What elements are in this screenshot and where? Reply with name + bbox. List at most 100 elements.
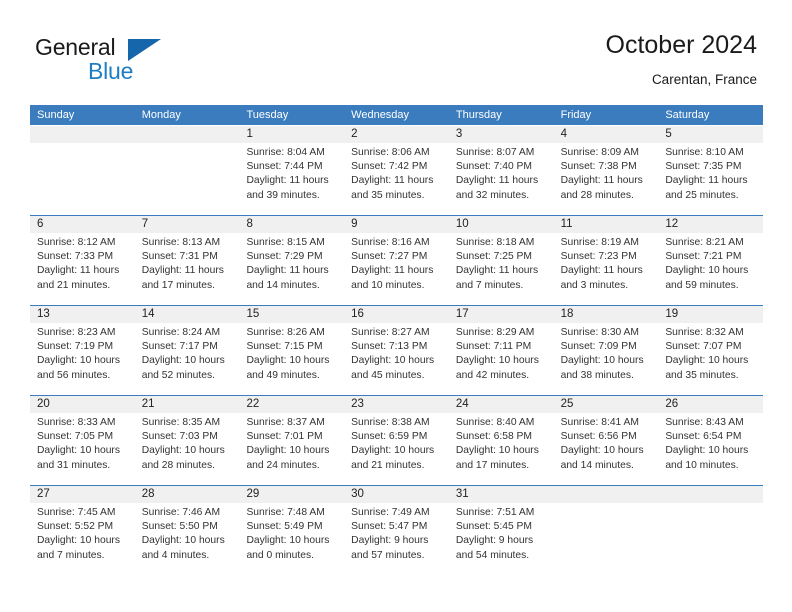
daylight-text-line1: Daylight: 11 hours xyxy=(351,265,434,277)
day-info: Sunrise: 7:48 AM Sunset: 5:49 PM Dayligh… xyxy=(239,503,344,563)
day-number: 2 xyxy=(344,126,449,143)
day-cell[interactable]: 29 Sunrise: 7:48 AM Sunset: 5:49 PM Dayl… xyxy=(239,486,345,575)
day-cell[interactable]: 20 Sunrise: 8:33 AM Sunset: 7:05 PM Dayl… xyxy=(30,396,135,485)
daylight-text-line1: Daylight: 10 hours xyxy=(37,355,120,367)
sunset-text: Sunset: 7:25 PM xyxy=(455,251,533,263)
day-cell[interactable]: 25 Sunrise: 8:41 AM Sunset: 6:56 PM Dayl… xyxy=(553,396,659,485)
sunset-text: Sunset: 6:58 PM xyxy=(455,431,533,443)
daylight-text-line2: and 42 minutes. xyxy=(455,369,530,381)
sunrise-text: Sunrise: 8:35 AM xyxy=(141,417,221,428)
day-info: Sunrise: 8:07 AM Sunset: 7:40 PM Dayligh… xyxy=(449,143,554,203)
day-info: Sunrise: 8:41 AM Sunset: 6:56 PM Dayligh… xyxy=(554,413,659,473)
week-row: 20 Sunrise: 8:33 AM Sunset: 7:05 PM Dayl… xyxy=(30,395,764,485)
week-row: 1 Sunrise: 8:04 AM Sunset: 7:44 PM Dayli… xyxy=(30,125,764,215)
sunrise-text: Sunrise: 8:19 AM xyxy=(560,237,640,248)
day-info: Sunrise: 8:24 AM Sunset: 7:17 PM Dayligh… xyxy=(135,323,240,383)
sunrise-text: Sunrise: 8:23 AM xyxy=(37,327,116,338)
sunset-text: Sunset: 6:56 PM xyxy=(560,431,637,443)
day-info xyxy=(135,143,240,146)
day-cell[interactable]: 27 Sunrise: 7:45 AM Sunset: 5:52 PM Dayl… xyxy=(30,486,135,575)
day-number xyxy=(553,486,659,503)
day-cell[interactable]: 6 Sunrise: 8:12 AM Sunset: 7:33 PM Dayli… xyxy=(30,216,135,305)
day-cell[interactable]: 26 Sunrise: 8:43 AM Sunset: 6:54 PM Dayl… xyxy=(658,396,764,485)
logo-text-blue: Blue xyxy=(88,58,134,84)
day-cell[interactable]: 8 Sunrise: 8:15 AM Sunset: 7:29 PM Dayli… xyxy=(239,216,345,305)
day-number: 10 xyxy=(448,216,554,233)
daylight-text-line1: Daylight: 10 hours xyxy=(665,445,749,457)
day-cell[interactable]: 31 Sunrise: 7:51 AM Sunset: 5:45 PM Dayl… xyxy=(448,486,554,575)
calendar-page: General Blue October 2024 Carentan, Fran… xyxy=(0,0,792,612)
logo-text-general: General xyxy=(35,34,116,60)
day-cell[interactable]: 22 Sunrise: 8:37 AM Sunset: 7:01 PM Dayl… xyxy=(239,396,345,485)
day-info xyxy=(30,143,135,146)
day-cell[interactable]: 1 Sunrise: 8:04 AM Sunset: 7:44 PM Dayli… xyxy=(239,126,345,215)
day-number: 13 xyxy=(30,306,135,323)
day-cell[interactable]: 23 Sunrise: 8:38 AM Sunset: 6:59 PM Dayl… xyxy=(344,396,449,485)
day-number: 12 xyxy=(658,216,764,233)
day-cell[interactable]: 19 Sunrise: 8:32 AM Sunset: 7:07 PM Dayl… xyxy=(658,306,764,395)
day-info: Sunrise: 7:46 AM Sunset: 5:50 PM Dayligh… xyxy=(135,503,240,563)
day-number: 3 xyxy=(448,126,554,143)
sunrise-text: Sunrise: 7:45 AM xyxy=(37,507,116,518)
sunrise-text: Sunrise: 8:16 AM xyxy=(351,237,430,248)
day-number: 9 xyxy=(344,216,449,233)
daylight-text-line1: Daylight: 10 hours xyxy=(351,355,435,367)
day-number: 1 xyxy=(239,126,345,143)
day-cell[interactable] xyxy=(134,126,240,215)
general-blue-logo[interactable]: General Blue xyxy=(35,34,275,90)
day-info: Sunrise: 8:06 AM Sunset: 7:42 PM Dayligh… xyxy=(344,143,449,203)
day-cell[interactable] xyxy=(658,486,764,575)
day-info: Sunrise: 8:33 AM Sunset: 7:05 PM Dayligh… xyxy=(30,413,135,473)
day-cell[interactable]: 12 Sunrise: 8:21 AM Sunset: 7:21 PM Dayl… xyxy=(658,216,764,305)
day-cell[interactable]: 3 Sunrise: 8:07 AM Sunset: 7:40 PM Dayli… xyxy=(448,126,554,215)
day-cell[interactable]: 17 Sunrise: 8:29 AM Sunset: 7:11 PM Dayl… xyxy=(448,306,554,395)
day-cell[interactable]: 4 Sunrise: 8:09 AM Sunset: 7:38 PM Dayli… xyxy=(553,126,659,215)
day-cell[interactable]: 9 Sunrise: 8:16 AM Sunset: 7:27 PM Dayli… xyxy=(344,216,449,305)
daylight-text-line1: Daylight: 10 hours xyxy=(37,445,120,457)
sunrise-text: Sunrise: 8:09 AM xyxy=(560,147,640,158)
day-cell[interactable]: 30 Sunrise: 7:49 AM Sunset: 5:47 PM Dayl… xyxy=(344,486,449,575)
sunrise-text: Sunrise: 8:27 AM xyxy=(351,327,430,338)
daylight-text-line2: and 57 minutes. xyxy=(351,549,425,561)
day-cell[interactable]: 14 Sunrise: 8:24 AM Sunset: 7:17 PM Dayl… xyxy=(134,306,240,395)
sunrise-text: Sunrise: 7:46 AM xyxy=(141,507,221,518)
day-cell[interactable]: 16 Sunrise: 8:27 AM Sunset: 7:13 PM Dayl… xyxy=(344,306,449,395)
day-cell[interactable]: 11 Sunrise: 8:19 AM Sunset: 7:23 PM Dayl… xyxy=(553,216,659,305)
day-info: Sunrise: 8:21 AM Sunset: 7:21 PM Dayligh… xyxy=(658,233,763,293)
day-info: Sunrise: 8:15 AM Sunset: 7:29 PM Dayligh… xyxy=(239,233,344,293)
sunrise-text: Sunrise: 8:37 AM xyxy=(246,417,325,428)
daylight-text-line1: Daylight: 10 hours xyxy=(141,445,225,457)
sunrise-text: Sunrise: 8:10 AM xyxy=(665,147,744,158)
daylight-text-line1: Daylight: 11 hours xyxy=(455,175,539,187)
weekday-sunday: Sunday xyxy=(37,109,75,121)
day-number: 5 xyxy=(658,126,764,143)
day-cell[interactable]: 21 Sunrise: 8:35 AM Sunset: 7:03 PM Dayl… xyxy=(134,396,240,485)
day-cell[interactable]: 24 Sunrise: 8:40 AM Sunset: 6:58 PM Dayl… xyxy=(448,396,554,485)
sunset-text: Sunset: 7:15 PM xyxy=(246,341,323,353)
page-title: October 2024 xyxy=(605,31,758,59)
day-cell[interactable]: 10 Sunrise: 8:18 AM Sunset: 7:25 PM Dayl… xyxy=(448,216,554,305)
day-cell[interactable]: 15 Sunrise: 8:26 AM Sunset: 7:15 PM Dayl… xyxy=(239,306,345,395)
daylight-text-line1: Daylight: 10 hours xyxy=(141,355,225,367)
day-cell[interactable]: 7 Sunrise: 8:13 AM Sunset: 7:31 PM Dayli… xyxy=(134,216,240,305)
day-cell[interactable]: 2 Sunrise: 8:06 AM Sunset: 7:42 PM Dayli… xyxy=(344,126,449,215)
day-cell[interactable]: 13 Sunrise: 8:23 AM Sunset: 7:19 PM Dayl… xyxy=(30,306,135,395)
day-number: 4 xyxy=(553,126,659,143)
sunset-text: Sunset: 6:54 PM xyxy=(665,431,742,443)
day-info: Sunrise: 8:27 AM Sunset: 7:13 PM Dayligh… xyxy=(344,323,449,383)
daylight-text-line1: Daylight: 10 hours xyxy=(37,535,120,547)
daylight-text-line2: and 21 minutes. xyxy=(37,279,111,291)
day-info: Sunrise: 8:43 AM Sunset: 6:54 PM Dayligh… xyxy=(658,413,763,473)
day-cell[interactable] xyxy=(553,486,659,575)
day-cell[interactable]: 5 Sunrise: 8:10 AM Sunset: 7:35 PM Dayli… xyxy=(658,126,764,215)
daylight-text-line1: Daylight: 11 hours xyxy=(37,265,120,277)
daylight-text-line2: and 35 minutes. xyxy=(665,369,739,381)
daylight-text-line2: and 4 minutes. xyxy=(141,549,210,561)
day-cell[interactable]: 28 Sunrise: 7:46 AM Sunset: 5:50 PM Dayl… xyxy=(134,486,240,575)
day-number: 6 xyxy=(30,216,135,233)
day-cell[interactable]: 18 Sunrise: 8:30 AM Sunset: 7:09 PM Dayl… xyxy=(553,306,659,395)
day-cell[interactable] xyxy=(30,126,135,215)
daylight-text-line2: and 0 minutes. xyxy=(246,549,314,561)
day-number: 31 xyxy=(448,486,554,503)
daylight-text-line2: and 31 minutes. xyxy=(37,459,111,471)
